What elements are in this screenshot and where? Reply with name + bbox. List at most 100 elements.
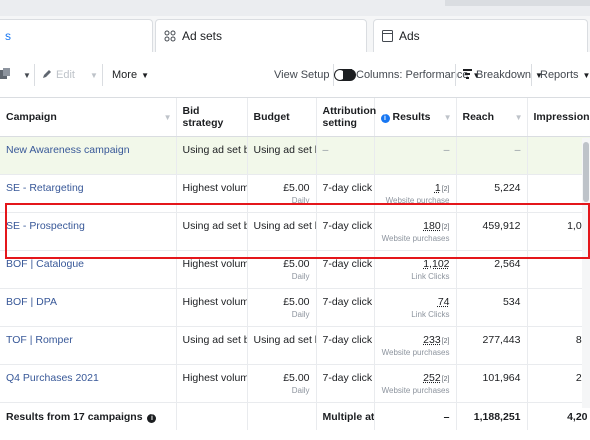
col-header-label: Bid strategy (182, 104, 224, 129)
campaign-name-link[interactable]: TOF | Romper (0, 326, 177, 365)
sort-icon: ▼ (443, 113, 452, 122)
reports-button[interactable]: Reports ▼ (540, 63, 590, 87)
impressions-cell: 28 (527, 364, 590, 403)
results-footnote: [2] (441, 223, 450, 231)
chevron-down-icon: ▼ (582, 70, 590, 80)
results-value[interactable]: 1 (435, 182, 441, 194)
table-row[interactable]: TOF | Romper Using ad set bid... Using a… (0, 326, 590, 365)
chevron-down-icon: ▼ (90, 70, 98, 80)
columns-label: Columns: Performance (356, 69, 469, 81)
duplicate-button[interactable] (0, 63, 10, 87)
totals-label: Results from 17 campaigns (6, 410, 143, 423)
results-value[interactable]: 233 (423, 334, 441, 346)
campaign-name-link[interactable]: SE - Retargeting (0, 174, 177, 213)
tab-ads[interactable]: Ads (373, 19, 588, 52)
attribution-cell: 7-day click or ... (316, 364, 375, 403)
table-row[interactable]: BOF | Catalogue Highest volume £5.00Dail… (0, 250, 590, 289)
impressions-cell (527, 136, 590, 175)
table-row[interactable]: SE - Retargeting Highest volume £5.00Dai… (0, 174, 590, 213)
tab-campaigns-label: s (5, 29, 11, 43)
campaign-name-link[interactable]: SE - Prospecting (0, 212, 177, 251)
bid-strategy-cell: Highest volume (176, 288, 248, 327)
breakdown-icon (463, 68, 472, 82)
results-footnote: [2] (441, 337, 450, 345)
tab-ads-label: Ads (399, 29, 420, 43)
col-header-label: Results (392, 110, 431, 123)
campaign-name-link[interactable]: BOF | Catalogue (0, 250, 177, 289)
totals-results-cell: – (374, 401, 457, 430)
results-value[interactable]: 74 (438, 296, 450, 308)
reach-cell: 2,564 (456, 250, 528, 289)
results-value[interactable]: 180 (423, 220, 441, 232)
table-row[interactable]: BOF | DPA Highest volume £5.00Daily 7-da… (0, 288, 590, 327)
results-value[interactable]: 252 (423, 372, 441, 384)
columns-button[interactable]: Columns: Performance ▼ (343, 63, 480, 87)
bid-strategy-cell: Using ad set bid... (176, 212, 248, 251)
edit-button[interactable]: Edit (42, 63, 75, 87)
results-footnote: [2] (441, 375, 450, 383)
scrollbar-thumb[interactable] (583, 142, 589, 202)
tab-adsets[interactable]: Ad sets (155, 19, 367, 52)
budget-value: £5.00 (283, 295, 310, 308)
results-cell: 252[2] Website purchases (374, 364, 457, 403)
reach-cell: 459,912 (456, 212, 528, 251)
edit-dropdown-button[interactable]: ▼ (86, 63, 98, 87)
table-row[interactable]: New Awareness campaign Using ad set bid.… (0, 136, 590, 175)
totals-bid-cell (176, 401, 248, 430)
results-cell: 180[2] Website purchases (374, 212, 457, 251)
totals-impressions-cell: 4,20 (527, 401, 590, 430)
results-type: Website purchases (381, 347, 450, 357)
impressions-cell: 5 (527, 250, 590, 289)
table-header-row: Campaign ▼ Bid strategy Budget Attributio… (0, 98, 590, 137)
vertical-scrollbar[interactable] (582, 138, 590, 408)
info-icon[interactable]: i (147, 413, 157, 423)
toolbar-divider (531, 64, 532, 86)
col-header-bid-strategy[interactable]: Bid strategy (176, 98, 248, 137)
info-icon[interactable]: i (380, 113, 390, 123)
budget-period: Daily (291, 309, 310, 319)
attribution-cell: 7-day click or ... (316, 326, 375, 365)
campaign-name-link[interactable]: New Awareness campaign (0, 136, 177, 175)
results-type: Website purchases (381, 233, 450, 243)
reach-cell: – (456, 136, 528, 175)
toolbar-divider (34, 64, 35, 86)
table-row[interactable]: Q4 Purchases 2021 Highest volume £5.00Da… (0, 364, 590, 403)
results-value[interactable]: 1,102 (423, 258, 449, 270)
totals-budget-cell (247, 401, 317, 430)
reach-cell: 101,964 (456, 364, 528, 403)
col-header-campaign[interactable]: Campaign ▼ (0, 98, 177, 137)
toolbar-divider (333, 64, 334, 86)
breakdown-label: Breakdown (476, 69, 532, 81)
col-header-attribution[interactable]: Attribution setting (316, 98, 377, 137)
col-header-label: Attribution setting (322, 104, 377, 129)
results-type: Website purchases (381, 385, 450, 395)
budget-period: Daily (291, 195, 310, 205)
results-cell: 233[2] Website purchases (374, 326, 457, 365)
col-header-label: Campaign (6, 110, 57, 123)
budget-cell: Using ad set bu... (247, 136, 317, 175)
tab-campaigns[interactable]: s (0, 19, 153, 52)
results-type: Website purchase (385, 195, 450, 205)
bid-strategy-cell: Highest volume (176, 250, 248, 289)
col-header-budget[interactable]: Budget (247, 98, 317, 137)
attribution-cell: 7-day click or ... (316, 288, 375, 327)
more-button[interactable]: More ▼ (112, 63, 149, 87)
campaign-name-link[interactable]: BOF | DPA (0, 288, 177, 327)
budget-period: Daily (291, 271, 310, 281)
bid-strategy-cell: Using ad set bid... (176, 136, 248, 175)
table-row[interactable]: SE - Prospecting Using ad set bid... Usi… (0, 212, 590, 251)
ads-document-icon (382, 30, 393, 42)
col-header-impressions[interactable]: Impressions (527, 98, 590, 137)
impressions-cell: 1,02 (527, 212, 590, 251)
bid-strategy-cell: Highest volume (176, 174, 248, 213)
col-header-reach[interactable]: Reach ▼ (456, 98, 528, 137)
duplicate-dropdown-button[interactable]: ▼ (19, 63, 31, 87)
campaign-name-link[interactable]: Q4 Purchases 2021 (0, 364, 177, 403)
reach-cell: 534 (456, 288, 528, 327)
tab-adsets-label: Ad sets (182, 29, 223, 43)
totals-attribution-cell: Multiple attrib... (316, 401, 375, 430)
results-cell: 1,102 Link Clicks (374, 250, 457, 289)
col-header-label: Reach (462, 110, 495, 123)
results-type: Link Clicks (411, 271, 450, 281)
col-header-results[interactable]: i Results ▼ (374, 98, 457, 137)
